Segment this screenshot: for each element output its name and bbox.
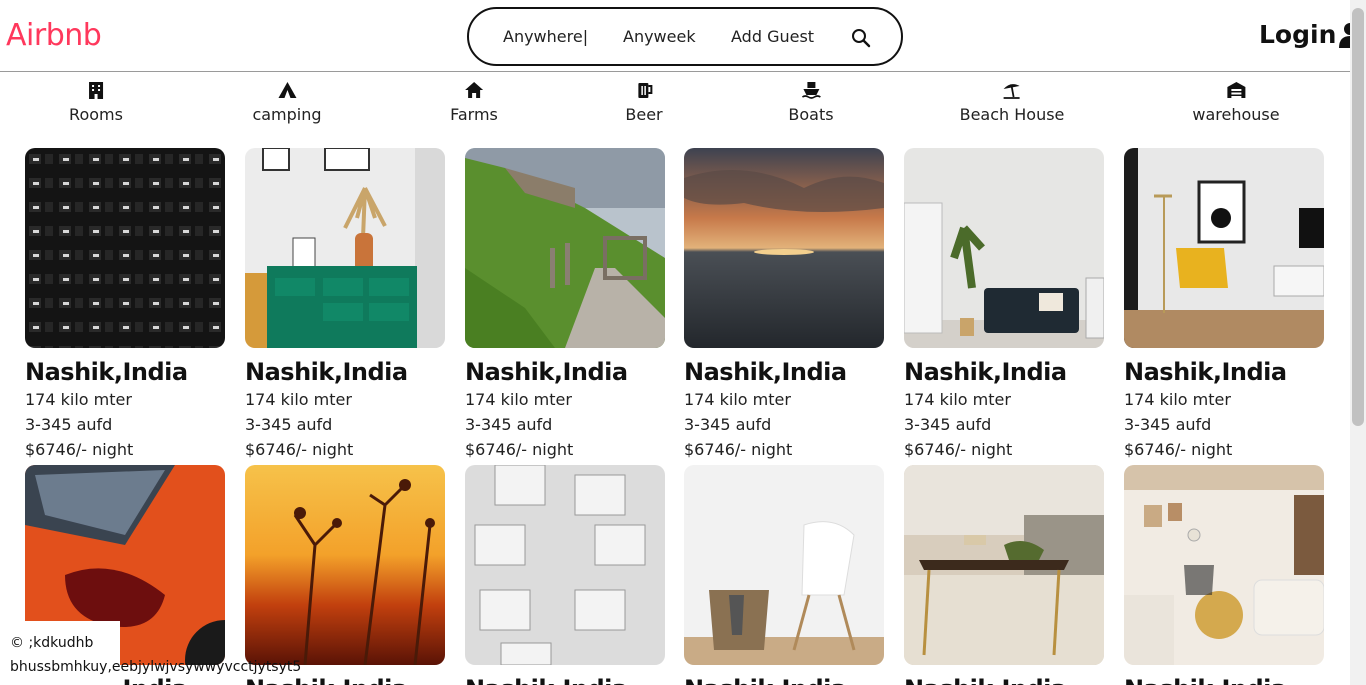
listing-image[interactable]	[245, 148, 445, 348]
listing-title: Nashik,India	[1124, 675, 1324, 685]
footer: © ;kdkudhb bhussbmhkuy,eebjylwjvsywwyvcc…	[0, 621, 301, 685]
listing-image[interactable]	[1124, 465, 1324, 665]
category-label: Farms	[450, 105, 498, 124]
header: Airbnb Anywhere| Anyweek Add Guest Login	[0, 0, 1362, 72]
bright-lounge-image	[1124, 465, 1324, 665]
listing-card[interactable]: Nashik,India 174 kilo mter 3-345 aufd $6…	[25, 148, 225, 459]
listing-card[interactable]: Nashik,India	[904, 465, 1104, 685]
listing-image[interactable]	[904, 148, 1104, 348]
coffee-table-image	[904, 465, 1104, 665]
search-add-guest[interactable]: Add Guest	[731, 27, 814, 46]
listing-card[interactable]: Nashik,India	[684, 465, 884, 685]
listing-price: $6746/- night	[245, 440, 354, 459]
listing-card[interactable]: Nashik,India 174 kilo mter 3-345 aufd $6…	[245, 148, 445, 459]
listing-card[interactable]: Nashik,India	[465, 465, 665, 685]
category-beach-house[interactable]: Beach House	[959, 81, 1065, 124]
category-label: Beer	[625, 105, 663, 124]
tent-icon	[278, 82, 296, 98]
listing-price: $6746/- night	[25, 440, 134, 459]
search-icon[interactable]	[851, 28, 871, 48]
scrollbar-thumb[interactable]	[1352, 8, 1364, 426]
ocean-sunset-image	[684, 148, 884, 348]
listing-title: Nashik,India	[904, 358, 1067, 386]
category-bar: Rooms camping Farms Beer Boats Beach Hou…	[0, 73, 1350, 133]
listing-image[interactable]	[904, 465, 1104, 665]
green-cabinet-image	[245, 148, 445, 348]
category-label: Beach House	[959, 105, 1065, 124]
listing-distance: 174 kilo mter	[465, 390, 572, 409]
listing-card[interactable]: Nashik,India 174 kilo mter 3-345 aufd $6…	[904, 148, 1104, 459]
dark-building-image	[25, 148, 225, 348]
category-label: warehouse	[1192, 105, 1280, 124]
white-chair-image	[684, 465, 884, 665]
category-farms[interactable]: Farms	[450, 81, 498, 124]
listing-distance: 174 kilo mter	[684, 390, 791, 409]
listing-title: Nashik,India	[684, 675, 884, 685]
listing-card[interactable]: Nashik,India	[1124, 465, 1324, 685]
listing-title: Nashik,India	[465, 358, 628, 386]
listing-price: $6746/- night	[684, 440, 793, 459]
listing-grid: Nashik,India 174 kilo mter 3-345 aufd $6…	[0, 148, 1350, 685]
listing-image[interactable]	[465, 148, 665, 348]
login-button[interactable]: Login	[1259, 20, 1362, 49]
listing-dates: 3-345 aufd	[904, 415, 992, 434]
search-anywhere[interactable]: Anywhere|	[503, 27, 588, 46]
warehouse-icon	[1227, 82, 1245, 98]
listing-distance: 174 kilo mter	[245, 390, 352, 409]
listing-card[interactable]: Nashik,India 174 kilo mter 3-345 aufd $6…	[1124, 148, 1324, 459]
search-bar[interactable]: Anywhere| Anyweek Add Guest	[467, 7, 903, 66]
listing-title: Nashik,India	[25, 358, 188, 386]
hill-ruins-image	[465, 148, 665, 348]
listing-image[interactable]	[1124, 148, 1324, 348]
listing-card[interactable]: Nashik,India 174 kilo mter 3-345 aufd $6…	[465, 148, 665, 459]
house-icon	[464, 82, 483, 98]
yellow-chair-image	[1124, 148, 1324, 348]
category-warehouse[interactable]: warehouse	[1192, 81, 1280, 124]
footer-copyright: © ;kdkudhb	[10, 635, 94, 651]
airbnb-logo[interactable]: Airbnb	[6, 18, 102, 53]
search-anyweek[interactable]: Anyweek	[623, 27, 696, 46]
listing-title: Nashik,India	[1124, 358, 1287, 386]
listing-distance: 174 kilo mter	[904, 390, 1011, 409]
listing-distance: 174 kilo mter	[1124, 390, 1231, 409]
listing-title: Nashik,India	[465, 675, 665, 685]
listing-dates: 3-345 aufd	[1124, 415, 1212, 434]
listing-image[interactable]	[684, 148, 884, 348]
listing-image[interactable]	[245, 465, 445, 665]
living-sofa-image	[904, 148, 1104, 348]
listing-image[interactable]	[25, 148, 225, 348]
category-rooms[interactable]: Rooms	[69, 81, 123, 124]
umbrella-icon	[1003, 84, 1020, 99]
listing-title: Nashik,India	[245, 358, 408, 386]
listing-price: $6746/- night	[1124, 440, 1233, 459]
listing-card[interactable]: Nashik,India	[245, 465, 445, 685]
listing-title: Nashik,India	[245, 675, 445, 685]
category-camping[interactable]: camping	[252, 81, 322, 124]
scrollbar[interactable]	[1350, 0, 1366, 685]
boat-icon	[801, 82, 821, 99]
listing-dates: 3-345 aufd	[25, 415, 113, 434]
login-label: Login	[1259, 20, 1337, 49]
listing-price: $6746/- night	[465, 440, 574, 459]
category-label: Rooms	[69, 105, 123, 124]
listing-title: Nashik,India	[684, 358, 847, 386]
listing-image[interactable]	[684, 465, 884, 665]
listing-title: Nashik,India	[904, 675, 1104, 685]
footer-text: bhussbmhkuy,eebjylwjvsywwyvcctjytsyt5	[10, 659, 302, 675]
listing-dates: 3-345 aufd	[465, 415, 553, 434]
listing-dates: 3-345 aufd	[684, 415, 772, 434]
listing-dates: 3-345 aufd	[245, 415, 333, 434]
golden-field-image	[245, 465, 445, 665]
mug-icon	[638, 83, 652, 98]
listing-distance: 174 kilo mter	[25, 390, 132, 409]
category-beer[interactable]: Beer	[625, 81, 663, 124]
building-icon	[89, 82, 103, 99]
listing-card[interactable]: Nashik,India 174 kilo mter 3-345 aufd $6…	[684, 148, 884, 459]
white-balconies-image	[465, 465, 665, 665]
category-label: Boats	[788, 105, 834, 124]
category-boats[interactable]: Boats	[788, 81, 834, 124]
category-label: camping	[252, 105, 322, 124]
listing-price: $6746/- night	[904, 440, 1013, 459]
listing-image[interactable]	[465, 465, 665, 665]
